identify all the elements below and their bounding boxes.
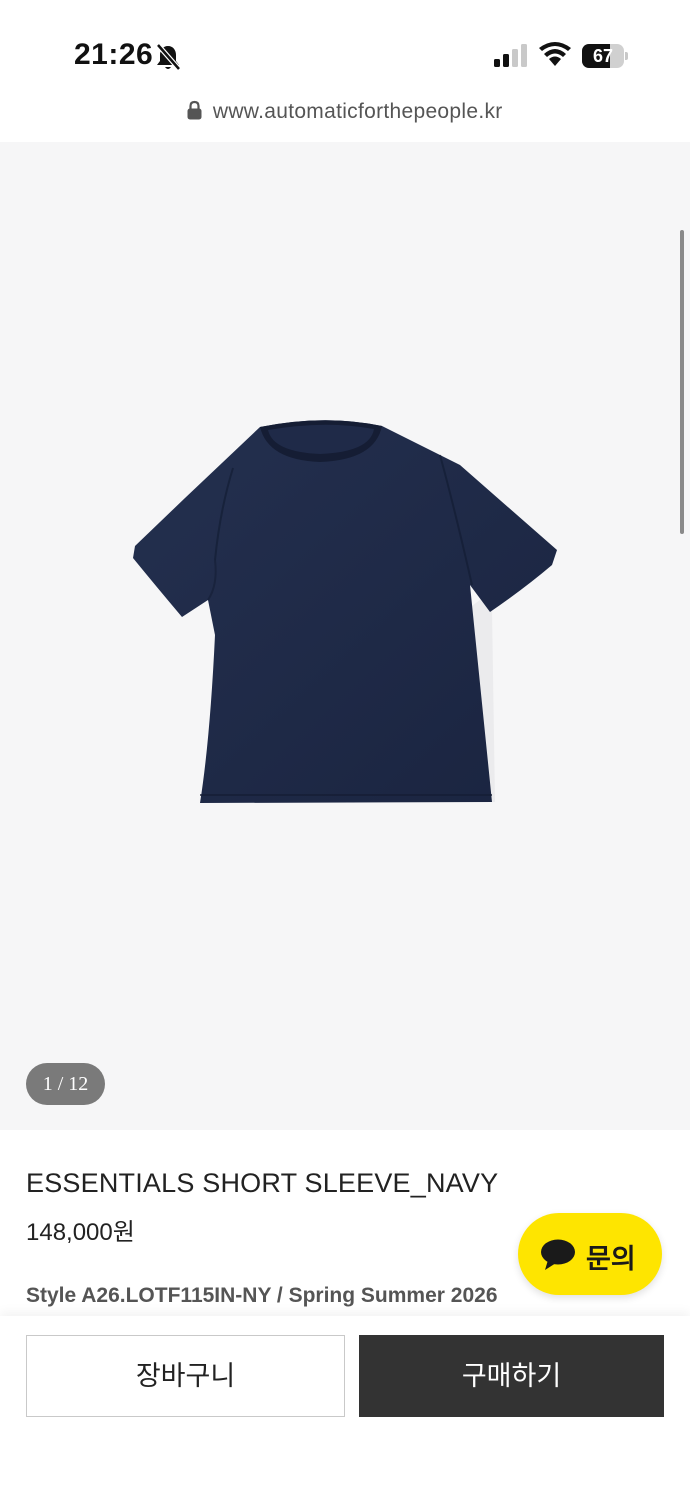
product-title: ESSENTIALS SHORT SLEEVE_NAVY [26, 1168, 499, 1198]
url-bar[interactable]: www.automaticforthepeople.kr [0, 100, 690, 142]
buy-now-button[interactable]: 구매하기 [359, 1335, 664, 1417]
product-image [133, 420, 557, 803]
lock-icon [187, 100, 202, 120]
bottom-action-bar: 장바구니 구매하기 [0, 1316, 690, 1500]
status-time: 21:26 [74, 38, 154, 71]
add-to-cart-button[interactable]: 장바구니 [26, 1335, 345, 1417]
speech-bubble-icon [540, 1239, 576, 1271]
page-counter: 1 / 12 [26, 1063, 105, 1105]
bell-off-icon [155, 43, 181, 71]
inquiry-chat-button[interactable]: 문의 [518, 1213, 662, 1295]
scroll-indicator [680, 230, 684, 534]
wifi-icon [538, 41, 572, 67]
chat-label: 문의 [586, 1244, 636, 1274]
cellular-signal-icon [494, 44, 530, 68]
battery-icon: 67 [582, 44, 628, 68]
status-bar: 21:26 67 [0, 0, 690, 100]
url-text: www.automaticforthepeople.kr [212, 100, 503, 123]
style-info: Style A26.LOTF115IN-NY / Spring Summer 2… [26, 1284, 498, 1307]
product-price: 148,000원 [26, 1219, 135, 1246]
product-gallery[interactable]: 1 / 12 [0, 142, 690, 1130]
battery-level: 67 [592, 46, 614, 66]
